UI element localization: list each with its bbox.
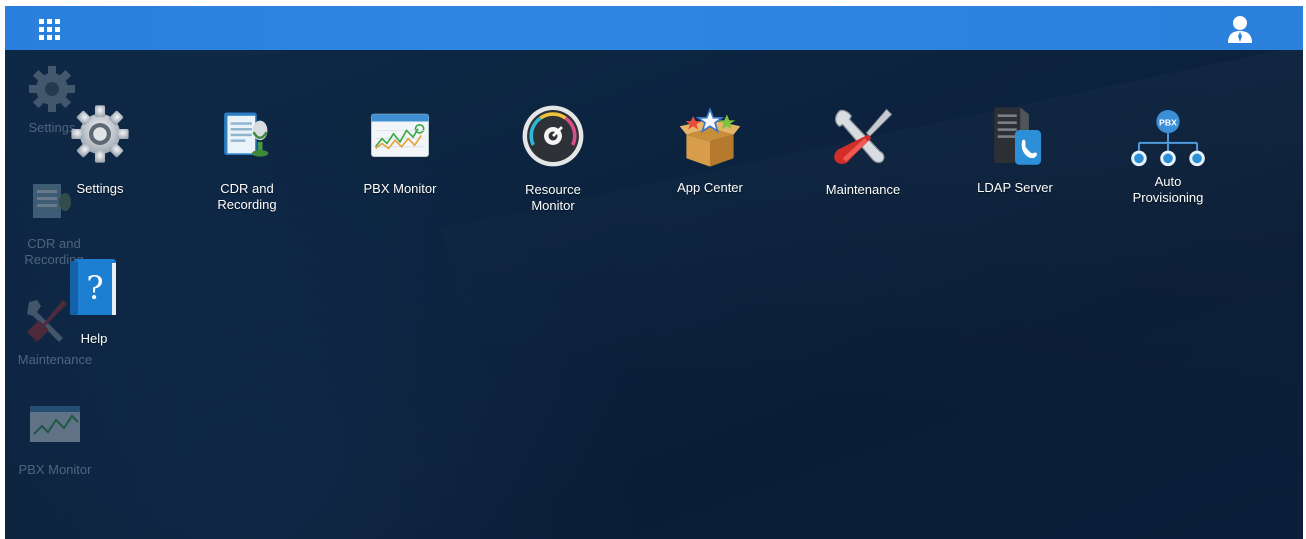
app-label: Auto Provisioning (1132, 174, 1204, 205)
app-resource-monitor[interactable]: Resource Monitor (498, 102, 608, 214)
pbx-monitor-icon (30, 406, 80, 442)
wrench-screwdriver-icon (27, 300, 67, 342)
app-label: App Center (677, 180, 743, 195)
pbx-monitor-icon (371, 113, 429, 157)
pbx-badge: PBX (1159, 117, 1177, 127)
svg-text:?: ? (86, 269, 103, 307)
gear-icon (71, 105, 129, 163)
app-ldap-server[interactable]: LDAP Server (960, 104, 1070, 196)
desktop-shortcut-pbx-monitor[interactable]: PBX Monitor (15, 404, 95, 478)
user-account-icon[interactable] (1226, 14, 1254, 44)
app-cdr-recording[interactable]: CDR and Recording (192, 106, 302, 213)
app-grid-icon[interactable] (38, 18, 60, 40)
app-maintenance[interactable]: Maintenance (808, 106, 918, 198)
ldap-server-icon (994, 107, 1042, 165)
app-label: PBX Monitor (363, 181, 437, 196)
app-center[interactable]: App Center (655, 106, 765, 196)
app-label: CDR and Recording (217, 181, 277, 212)
help-shortcut[interactable]: ? Help (68, 257, 120, 347)
wrench-screwdriver-icon (834, 108, 893, 164)
cdr-recording-icon (224, 112, 269, 157)
help-book-icon: ? (70, 259, 116, 315)
desktop-shortcut-label: Maintenance (17, 352, 93, 367)
app-settings[interactable]: Settings (45, 102, 155, 197)
app-label: Resource Monitor (525, 182, 581, 213)
app-label: LDAP Server (977, 180, 1053, 195)
app-label: Settings (76, 181, 124, 196)
gauge-icon (522, 105, 584, 167)
desktop: Settings CDR and Recording Maintenance P… (5, 6, 1303, 539)
app-pbx-monitor[interactable]: PBX Monitor (345, 106, 455, 197)
help-label: Help (80, 331, 108, 346)
provisioning-tree-icon: PBX (1131, 109, 1205, 167)
app-label: Maintenance (825, 182, 901, 197)
desktop-shortcut-label: PBX Monitor (18, 462, 92, 477)
top-bar (5, 6, 1303, 50)
app-box-icon (679, 107, 741, 167)
app-auto-provisioning[interactable]: PBX Auto Provisioning (1113, 108, 1223, 206)
